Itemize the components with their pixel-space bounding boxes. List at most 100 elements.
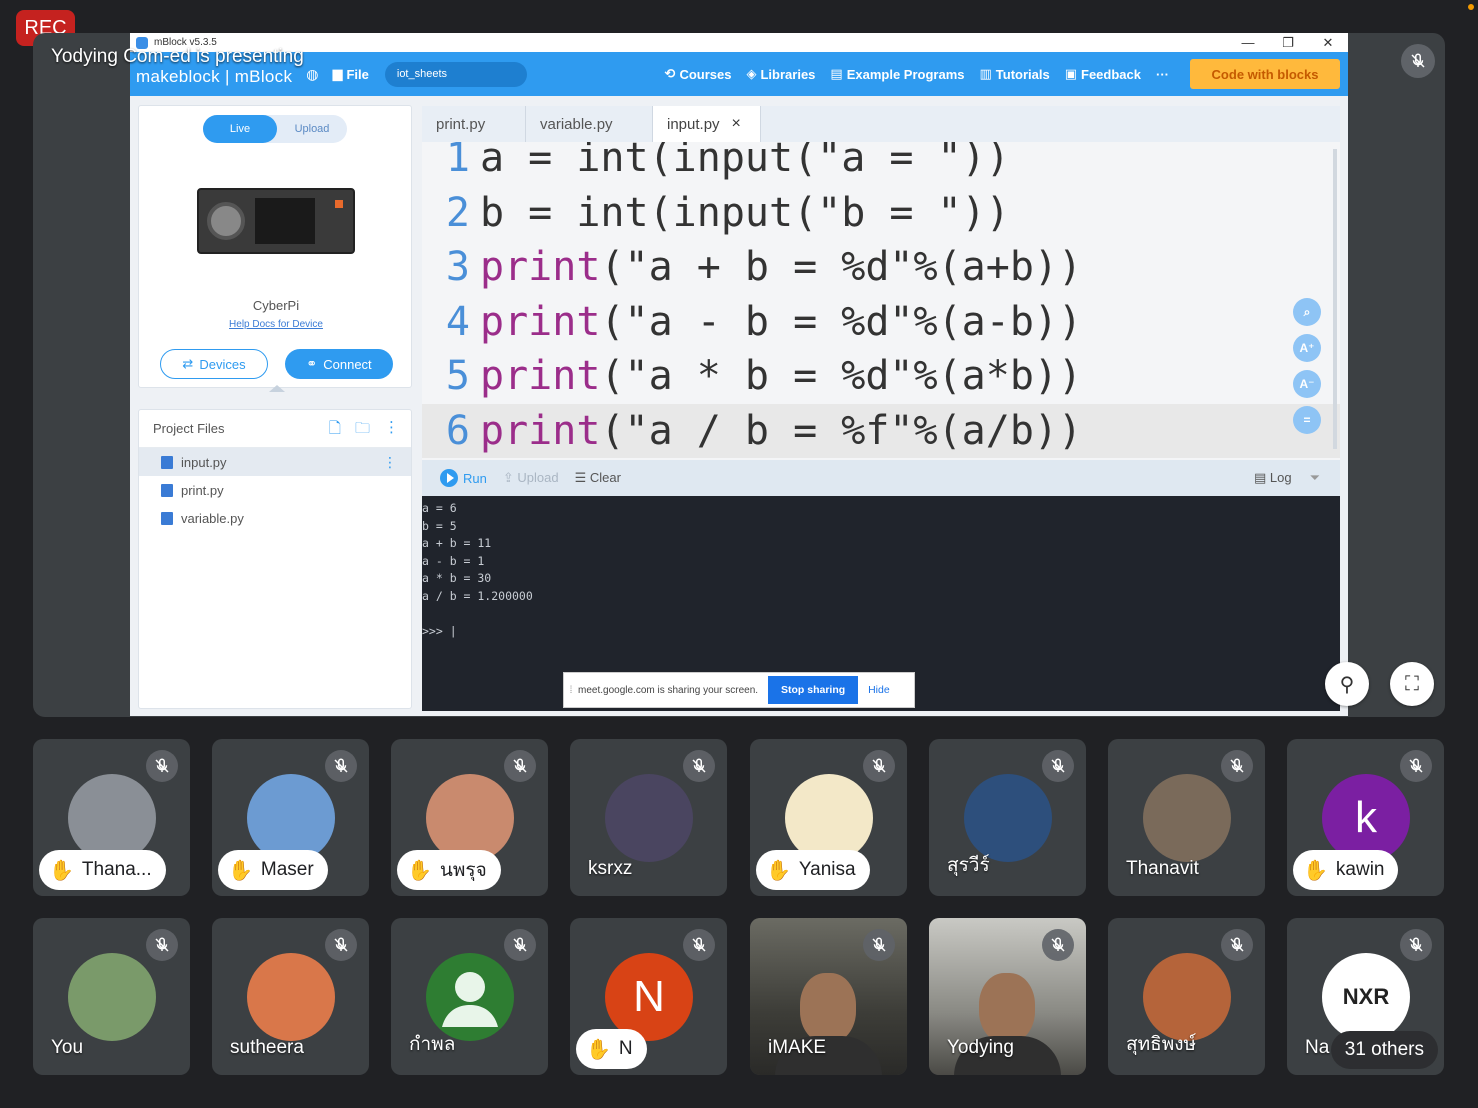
zoom-in-icon[interactable]: A⁺: [1293, 334, 1321, 362]
connect-button[interactable]: ⚭ Connect: [285, 349, 393, 379]
search-icon[interactable]: ⌕: [1293, 298, 1321, 326]
clear-button[interactable]: ☰ Clear: [575, 470, 621, 486]
mic-off-icon: [1400, 750, 1432, 782]
device-panel: Live Upload CyberPi Help Docs for Device…: [138, 105, 413, 392]
run-button[interactable]: Run: [440, 469, 487, 487]
participant-tile[interactable]: NXR Na 31 others: [1287, 918, 1444, 1075]
collapse-console-icon[interactable]: ⏷: [1310, 470, 1320, 486]
more-menu[interactable]: ···: [1156, 67, 1169, 82]
participant-name: kawin: [1335, 859, 1385, 880]
participant-tile[interactable]: ✋ Thana...: [33, 739, 190, 896]
file-item-variable[interactable]: variable.py: [139, 504, 411, 532]
participant-tile[interactable]: sutheera: [212, 918, 369, 1075]
stop-sharing-button[interactable]: Stop sharing: [768, 676, 859, 704]
editor-scrollbar[interactable]: [1333, 149, 1337, 449]
participant-avatar: [68, 953, 156, 1041]
participant-name: Thanavit: [1126, 858, 1199, 879]
new-folder-icon[interactable]: 🗀: [355, 418, 370, 443]
minimize-button[interactable]: —: [1228, 33, 1268, 52]
participant-name: You: [51, 1037, 84, 1058]
file-more-icon[interactable]: ⋮: [383, 454, 397, 471]
console-line: a + b = 11: [422, 536, 492, 551]
participant-tile[interactable]: Yodying: [929, 918, 1086, 1075]
reset-zoom-icon[interactable]: =: [1293, 406, 1321, 434]
collapse-caret-icon[interactable]: [269, 385, 285, 392]
language-globe-icon[interactable]: ◍: [306, 66, 318, 83]
help-docs-link[interactable]: Help Docs for Device: [139, 319, 413, 330]
drag-handle-icon[interactable]: ⁞: [564, 685, 578, 696]
upload-button[interactable]: ⇪ Upload: [503, 470, 559, 486]
raised-hand-nametag: ✋ kawin: [1293, 850, 1399, 890]
example-programs-menu[interactable]: ▤ Example Programs: [830, 66, 964, 82]
participant-tile[interactable]: k ✋ kawin: [1287, 739, 1444, 896]
editor-side-tools: ⌕ A⁺ A⁻ =: [1293, 298, 1321, 434]
raised-hand-icon: ✋: [1303, 859, 1328, 882]
tab-print[interactable]: print.py: [422, 106, 526, 142]
participant-tile[interactable]: ✋ Maser: [212, 739, 369, 896]
feedback-menu[interactable]: ▣ Feedback: [1065, 66, 1141, 82]
participant-tile[interactable]: ksrxz: [570, 739, 727, 896]
raised-hand-icon: ✋: [228, 859, 253, 882]
mic-off-icon: [863, 750, 895, 782]
file-item-input[interactable]: input.py ⋮: [139, 448, 411, 476]
code-with-blocks-button[interactable]: Code with blocks: [1190, 59, 1340, 89]
close-tab-icon[interactable]: ×: [732, 115, 741, 133]
file-item-print[interactable]: print.py: [139, 476, 411, 504]
participant-tile[interactable]: สุรวีร์: [929, 739, 1086, 896]
console-line: a / b = 1.200000: [422, 588, 533, 603]
libraries-menu[interactable]: ◈ Libraries: [746, 66, 815, 82]
mic-off-icon: [683, 929, 715, 961]
devices-button[interactable]: ⇄ Devices: [160, 349, 268, 379]
mic-off-icon: [863, 929, 895, 961]
tutorials-menu[interactable]: ▥ Tutorials: [979, 66, 1049, 82]
screen-share-bar: ⁞ meet.google.com is sharing your screen…: [563, 672, 915, 708]
participant-tile[interactable]: ✋ นพรุจ: [391, 739, 548, 896]
participant-tile[interactable]: iMAKE: [750, 918, 907, 1075]
participant-tile[interactable]: ✋ Yanisa: [750, 739, 907, 896]
participant-tile[interactable]: Thanavit: [1108, 739, 1265, 896]
close-window-button[interactable]: ✕: [1308, 33, 1348, 52]
participant-name: Yanisa: [798, 859, 856, 880]
code-editor[interactable]: 1a = int(input("a = ")) 2b = int(input("…: [422, 142, 1340, 460]
live-mode-button[interactable]: Live: [203, 115, 277, 143]
participant-name: iMAKE: [768, 1037, 827, 1058]
libraries-icon: ◈: [746, 66, 757, 81]
participant-avatar: [785, 774, 873, 862]
others-count-badge[interactable]: 31 others: [1330, 1031, 1438, 1069]
participant-avatar: [964, 774, 1052, 862]
participant-tile[interactable]: You: [33, 918, 190, 1075]
pin-icon[interactable]: ⚲: [1325, 662, 1369, 706]
mic-off-icon: [146, 750, 178, 782]
mic-off-icon: [1042, 929, 1074, 961]
new-file-icon[interactable]: 🗋: [329, 418, 341, 443]
raised-hand-icon: ✋: [407, 859, 432, 882]
project-name-input[interactable]: iot_sheets: [384, 61, 527, 87]
device-name: CyberPi: [252, 298, 300, 313]
python-file-icon: [161, 483, 173, 497]
restore-button[interactable]: ❐: [1268, 33, 1308, 52]
courses-menu[interactable]: ⟲ Courses: [665, 66, 732, 82]
folder-icon: ▆: [332, 66, 343, 81]
participant-avatar: [426, 774, 514, 862]
participant-tile[interactable]: สุทธิพงษ์: [1108, 918, 1265, 1075]
participant-tile[interactable]: กำพล: [391, 918, 548, 1075]
project-files-header: Project Files 🗋 🗀 ⋮: [139, 410, 411, 448]
upload-icon: ⇪: [502, 470, 518, 485]
more-options-icon[interactable]: ⋮: [384, 418, 399, 443]
upload-mode-button[interactable]: Upload: [277, 115, 347, 143]
file-menu[interactable]: ▆ File: [332, 66, 368, 82]
tab-input[interactable]: input.py ×: [653, 106, 761, 142]
hide-share-bar-button[interactable]: Hide: [868, 684, 890, 696]
mic-off-icon: [325, 929, 357, 961]
participant-tile[interactable]: N ✋ N: [570, 918, 727, 1075]
menu-bar: makeblock | mBlock ◍ ▆ File iot_sheets ⟲ C…: [130, 52, 1348, 96]
fullscreen-icon[interactable]: ⛶: [1390, 662, 1434, 706]
presenting-label: Yodying Com-ed is presenting: [51, 46, 304, 67]
mic-off-icon: [1042, 750, 1074, 782]
tab-variable[interactable]: variable.py: [526, 106, 653, 142]
log-button[interactable]: ▤ Log: [1254, 470, 1292, 486]
courses-icon: ⟲: [664, 66, 676, 81]
log-icon: ▤: [1253, 470, 1270, 485]
zoom-out-icon[interactable]: A⁻: [1293, 370, 1321, 398]
